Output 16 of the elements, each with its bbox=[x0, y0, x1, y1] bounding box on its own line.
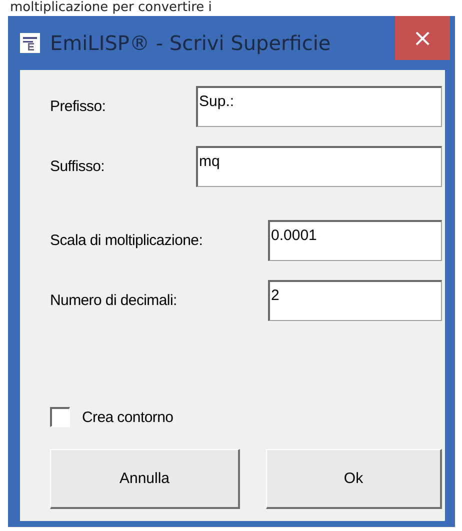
cancel-button[interactable]: Annulla bbox=[50, 449, 240, 509]
input-field[interactable]: mq bbox=[196, 146, 442, 187]
field-label: Suffisso: bbox=[50, 158, 105, 175]
input-field[interactable]: 2 bbox=[268, 280, 442, 321]
window-title: EmiLISP® - Scrivi Superficie bbox=[50, 31, 332, 55]
background-text: moltiplicazione per convertire i bbox=[10, 0, 212, 16]
ok-button[interactable]: Ok bbox=[266, 449, 442, 509]
app-logo-icon bbox=[20, 33, 40, 53]
field-label: Numero di decimali: bbox=[50, 292, 177, 309]
close-button[interactable]: × bbox=[395, 16, 450, 60]
checkbox[interactable] bbox=[50, 407, 70, 427]
checkbox-label: Crea contorno bbox=[82, 408, 174, 426]
field-label: Scala di moltiplicazione: bbox=[50, 232, 203, 249]
field-label: Prefisso: bbox=[50, 98, 106, 115]
input-field[interactable]: Sup.: bbox=[196, 86, 442, 127]
input-field[interactable]: 0.0001 bbox=[268, 220, 442, 261]
